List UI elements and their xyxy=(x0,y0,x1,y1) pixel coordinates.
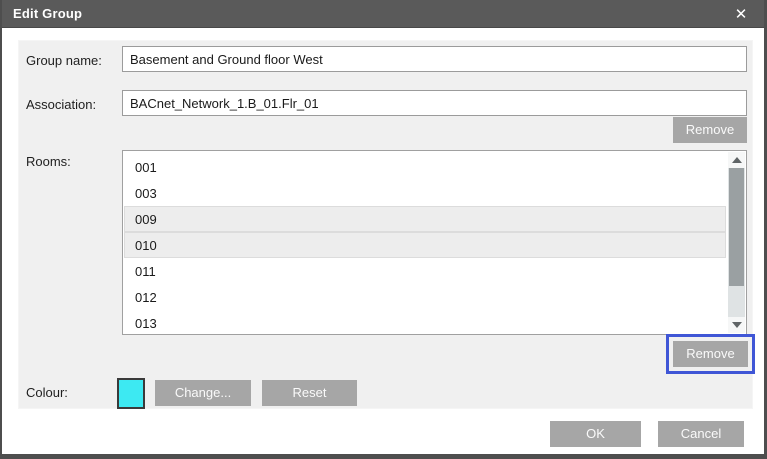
scroll-down-icon[interactable] xyxy=(728,317,745,333)
list-item[interactable]: 009 xyxy=(124,206,726,232)
association-label: Association: xyxy=(26,97,96,112)
colour-reset-button[interactable]: Reset xyxy=(262,380,357,406)
scrollbar-thumb[interactable] xyxy=(729,168,744,286)
close-icon[interactable]: ✕ xyxy=(724,0,758,27)
edit-group-dialog: Edit Group ✕ Group name: Association: Re… xyxy=(0,0,767,459)
ok-button[interactable]: OK xyxy=(550,421,641,447)
rooms-remove-button[interactable]: Remove xyxy=(673,341,748,367)
association-input[interactable] xyxy=(122,90,747,116)
list-item[interactable]: 001 xyxy=(124,154,726,180)
group-name-input[interactable] xyxy=(122,46,747,72)
titlebar[interactable]: Edit Group ✕ xyxy=(2,0,764,28)
list-item[interactable]: 011 xyxy=(124,258,726,284)
scroll-up-icon[interactable] xyxy=(728,152,745,168)
rooms-listbox-items: 001003009010011012013 xyxy=(124,154,726,335)
rooms-scrollbar[interactable] xyxy=(728,152,745,333)
colour-swatch xyxy=(117,378,145,409)
group-name-label: Group name: xyxy=(26,53,102,68)
dialog-content: Group name: Association: Remove Rooms: 0… xyxy=(2,28,764,454)
list-item[interactable]: 010 xyxy=(124,232,726,258)
rooms-listbox[interactable]: 001003009010011012013 xyxy=(122,150,747,335)
window-title: Edit Group xyxy=(2,6,82,21)
list-item[interactable]: 013 xyxy=(124,310,726,335)
association-remove-button[interactable]: Remove xyxy=(673,117,747,143)
colour-change-button[interactable]: Change... xyxy=(155,380,251,406)
list-item[interactable]: 003 xyxy=(124,180,726,206)
list-item[interactable]: 012 xyxy=(124,284,726,310)
rooms-remove-focus-outline: Remove xyxy=(666,334,755,374)
colour-label: Colour: xyxy=(26,385,68,400)
rooms-label: Rooms: xyxy=(26,154,71,169)
cancel-button[interactable]: Cancel xyxy=(658,421,744,447)
